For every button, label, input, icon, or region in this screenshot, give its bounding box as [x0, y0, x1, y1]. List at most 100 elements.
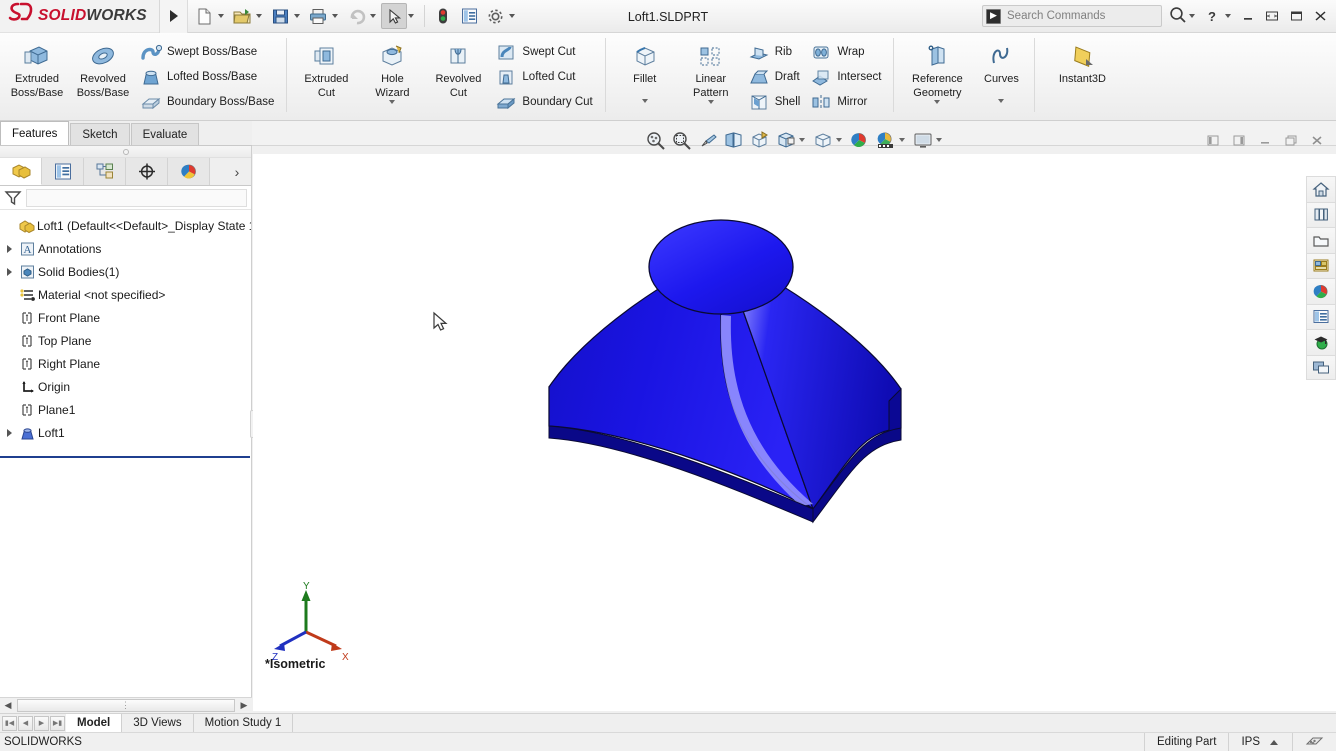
minimize-button[interactable] [1236, 3, 1260, 29]
bottom-tab-3d-views[interactable]: 3D Views [122, 714, 194, 732]
new-document-caret-icon[interactable] [218, 14, 224, 18]
feature-manager-tab[interactable] [0, 158, 42, 185]
options-gear-caret-icon[interactable] [509, 14, 515, 18]
hide-show-items-icon[interactable] [810, 128, 836, 152]
swept-cut-button[interactable]: Swept Cut [491, 39, 598, 64]
revolved-cut-button[interactable]: Revolved Cut [425, 37, 491, 99]
revolved-boss-base-button[interactable]: Revolved Boss/Base [70, 37, 136, 99]
tree-item-plane1[interactable]: Plane1 [0, 398, 251, 421]
undo-button[interactable] [343, 3, 369, 29]
boundary-boss-base-button[interactable]: Boundary Boss/Base [136, 89, 280, 114]
hide-show-caret-icon[interactable] [835, 138, 842, 142]
bottom-tab-model[interactable]: Model [66, 714, 123, 732]
tree-item-part[interactable]: Loft1 (Default<<Default>_Display State 1… [0, 214, 251, 237]
view-orientation-icon[interactable] [747, 128, 773, 152]
linear-pattern-button[interactable]: Linear Pattern [678, 37, 744, 104]
close-doc-icon[interactable] [1304, 128, 1330, 152]
tab-first-icon[interactable]: ▮◀ [2, 715, 17, 731]
fillet-caret-icon[interactable] [641, 99, 648, 103]
swept-boss-base-button[interactable]: Swept Boss/Base [136, 39, 280, 64]
reference-geometry-caret-icon[interactable] [934, 100, 941, 104]
hole-wizard-caret-icon[interactable] [389, 100, 396, 104]
curves-caret-icon[interactable] [998, 99, 1005, 103]
section-view-icon[interactable] [721, 128, 747, 152]
close-button[interactable] [1308, 3, 1332, 29]
previous-view-icon[interactable] [695, 128, 721, 152]
3dexperience-marketplace-icon[interactable] [1306, 354, 1336, 380]
hscroll-thumb[interactable]: ⋮ [17, 699, 235, 712]
restore-doc-right-icon[interactable] [1226, 128, 1252, 152]
graphics-viewport[interactable]: Y X Z *Isometric [253, 154, 1336, 711]
undo-caret-icon[interactable] [370, 14, 376, 18]
tree-item-loft1[interactable]: Loft1 [0, 421, 251, 444]
feature-tree-rollback-bar[interactable] [0, 456, 250, 458]
custom-properties-icon[interactable] [1306, 303, 1336, 329]
print-document-button[interactable] [305, 3, 331, 29]
lofted-cut-button[interactable]: Lofted Cut [491, 64, 598, 89]
tab-features[interactable]: Features [0, 121, 70, 145]
extruded-cut-button[interactable]: Extruded Cut [293, 37, 359, 99]
options-gear-button[interactable] [482, 3, 508, 29]
mirror-button[interactable]: Mirror [806, 89, 887, 114]
extruded-boss-base-button[interactable]: Extruded Boss/Base [4, 37, 70, 99]
shell-button[interactable]: Shell [744, 89, 807, 114]
view-palette-icon[interactable] [1306, 252, 1336, 278]
display-style-caret-icon[interactable] [798, 138, 805, 142]
fillet-button[interactable]: Fillet [612, 37, 678, 103]
restore-button[interactable] [1260, 3, 1284, 29]
tree-item-solid-bodies[interactable]: Solid Bodies(1) [0, 260, 251, 283]
wrap-button[interactable]: Wrap [806, 39, 887, 64]
property-manager-tab[interactable] [42, 158, 84, 185]
hole-wizard-button[interactable]: Hole Wizard [359, 37, 425, 104]
viewport-icon[interactable] [910, 128, 936, 152]
instant3d-button[interactable]: Instant3D [1041, 37, 1123, 85]
minimize-doc-icon[interactable] [1252, 128, 1278, 152]
tree-item-material[interactable]: Material <not specified> [0, 283, 251, 306]
print-document-caret-icon[interactable] [332, 14, 338, 18]
curves-button[interactable]: Curves [974, 37, 1028, 103]
lofted-boss-base-button[interactable]: Lofted Boss/Base [136, 64, 280, 89]
tree-expander-solid-bodies[interactable] [2, 267, 16, 276]
rebuild-status-button[interactable] [430, 3, 456, 29]
status-units[interactable]: IPS [1228, 732, 1266, 751]
solidworks-logo[interactable]: SOLIDWORKS [0, 0, 160, 33]
reference-geometry-button[interactable]: Reference Geometry [900, 37, 974, 104]
tree-expander-annotations[interactable] [2, 244, 16, 253]
status-overlay-icon[interactable] [1292, 732, 1336, 751]
tab-evaluate[interactable]: Evaluate [130, 123, 200, 145]
file-explorer-icon[interactable] [1306, 227, 1336, 253]
tab-sketch[interactable]: Sketch [70, 123, 130, 145]
new-document-button[interactable] [191, 3, 217, 29]
linear-pattern-caret-icon[interactable] [707, 100, 714, 104]
restore-doc-left-icon[interactable] [1200, 128, 1226, 152]
tree-item-top-plane[interactable]: Top Plane [0, 329, 251, 352]
display-style-icon[interactable] [773, 128, 799, 152]
feature-tree-filter-input[interactable] [26, 188, 247, 207]
tree-item-origin[interactable]: Origin [0, 375, 251, 398]
zoom-to-area-icon[interactable] [669, 128, 695, 152]
search-caret-icon[interactable] [1189, 14, 1195, 18]
view-settings-icon[interactable] [873, 128, 899, 152]
zoom-to-fit-icon[interactable] [643, 128, 669, 152]
tree-item-right-plane[interactable]: Right Plane [0, 352, 251, 375]
boundary-cut-button[interactable]: Boundary Cut [491, 89, 598, 114]
view-settings-caret-icon[interactable] [898, 138, 905, 142]
search-icon[interactable] [1168, 5, 1188, 28]
tree-item-annotations[interactable]: A Annotations [0, 237, 251, 260]
rib-button[interactable]: Rib [744, 39, 807, 64]
viewport-caret-icon[interactable] [935, 138, 942, 142]
search-input[interactable]: ▶ Search Commands [982, 5, 1162, 27]
help-button[interactable]: ? [1200, 3, 1224, 29]
panel-pin-handle[interactable] [0, 146, 251, 158]
tab-last-icon[interactable]: ▶▮ [50, 715, 65, 731]
design-library-icon[interactable] [1306, 201, 1336, 227]
apply-scene-icon[interactable] [847, 128, 873, 152]
tab-next-icon[interactable]: ▶ [34, 715, 49, 731]
maximize-button[interactable] [1284, 3, 1308, 29]
display-manager-tab[interactable] [168, 158, 210, 185]
select-tool-button[interactable] [381, 3, 407, 29]
draft-button[interactable]: Draft [744, 64, 807, 89]
sw-forum-icon[interactable] [1306, 329, 1336, 355]
appearances-scenes-icon[interactable] [1306, 278, 1336, 304]
status-units-caret[interactable] [1266, 733, 1292, 751]
